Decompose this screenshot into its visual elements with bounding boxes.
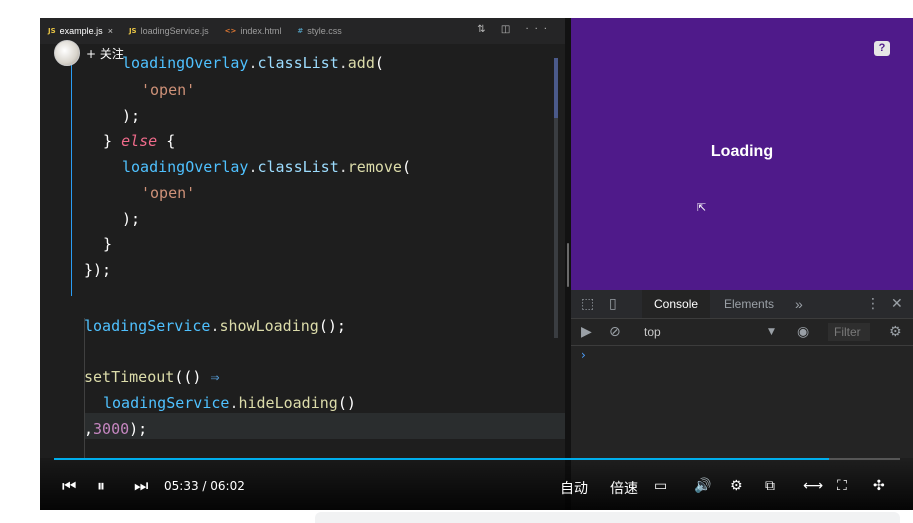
current-line-highlight (84, 413, 565, 439)
follow-badge[interactable]: + 关注 (54, 40, 124, 66)
tab-style-css[interactable]: # style.css (289, 18, 349, 44)
close-icon[interactable]: ✕ (891, 290, 903, 318)
js-file-icon: JS (48, 27, 56, 35)
mouse-pointer-icon: ⇱ (697, 201, 707, 214)
code-line: } (103, 235, 113, 253)
code-line: loadingService.showLoading(); (84, 317, 346, 335)
sidebar-toggle-icon[interactable]: ▶ (581, 319, 592, 345)
split-handle[interactable] (567, 243, 569, 287)
device-toolbar-icon[interactable]: ▯ (609, 290, 617, 318)
console-toolbar: ▶ ⊘ top ▼ ◉ Filter ⚙ (571, 319, 913, 346)
code-line: 'open' (141, 184, 196, 202)
code-line: 'open' (141, 81, 196, 99)
tab-label: style.css (307, 26, 342, 36)
speed-button[interactable]: 倍速 (610, 478, 638, 498)
chevron-down-icon[interactable]: ▼ (768, 319, 775, 345)
help-icon[interactable]: ? (874, 41, 890, 56)
close-icon[interactable]: × (108, 26, 113, 36)
follow-button[interactable]: + 关注 (86, 45, 124, 62)
tab-elements[interactable]: Elements (724, 290, 774, 318)
video-controls: ⏮ ⏸ ⏭ 05:33 / 06:02 自动 倍速 ▭ 🔊 ⚙ ⧉ ⟷ ⛶ ✣ (40, 458, 913, 510)
gear-icon[interactable]: ⚙ (889, 319, 902, 345)
more-tabs-icon[interactable]: » (795, 290, 803, 318)
web-fullscreen-icon[interactable]: ⛶ (837, 478, 847, 494)
playback-time: 05:33 / 06:02 (164, 479, 245, 493)
devtools-tab-bar: ⬚ ▯ Console Elements » ⋮ ✕ (571, 290, 913, 319)
code-line: }); (84, 261, 112, 279)
widescreen-icon[interactable]: ⟷ (803, 478, 823, 494)
code-editor: JS example.js × JS loadingService.js <> … (40, 18, 565, 510)
css-file-icon: # (297, 27, 304, 35)
editor-actions-icons[interactable]: ⇅ ◫ ··· (477, 24, 553, 35)
inspect-element-icon[interactable]: ⬚ (581, 290, 594, 318)
avatar[interactable] (54, 40, 80, 66)
code-line: loadingOverlay.classList.add( (122, 54, 384, 72)
code-line: } else { (103, 132, 176, 150)
previous-icon[interactable]: ⏮ (62, 476, 76, 496)
code-line: ); (122, 107, 141, 125)
progress-bar[interactable] (54, 458, 900, 460)
progress-fill (54, 458, 829, 460)
editor-scrollbar-thumb[interactable] (554, 58, 558, 118)
tab-index-html[interactable]: <> index.html (217, 18, 290, 44)
code-line: loadingOverlay.classList.remove( (122, 158, 411, 176)
console-prompt[interactable]: › (581, 348, 586, 362)
pause-icon[interactable]: ⏸ (97, 476, 105, 496)
code-line: setTimeout(() ⇒ (84, 368, 220, 386)
context-selector[interactable]: top (644, 319, 661, 345)
video-frame: JS example.js × JS loadingService.js <> … (40, 18, 913, 510)
code-line: ); (122, 210, 141, 228)
html-file-icon: <> (224, 27, 237, 35)
code-line: ,3000); (84, 420, 148, 438)
code-line: loadingService.hideLoading() (103, 394, 356, 412)
filter-input[interactable]: Filter (828, 323, 870, 341)
js-file-icon: JS (128, 27, 137, 35)
tab-label: loadingService.js (140, 26, 209, 36)
tab-console[interactable]: Console (642, 290, 711, 318)
settings-icon[interactable]: ⚙ (730, 478, 743, 494)
subtitles-icon[interactable]: ▭ (654, 478, 667, 494)
fullscreen-icon[interactable]: ✣ (873, 478, 885, 494)
clear-console-icon[interactable]: ⊘ (609, 319, 621, 345)
tab-label: index.html (240, 26, 282, 36)
eye-icon[interactable]: ◉ (797, 319, 809, 345)
auto-quality-button[interactable]: 自动 (560, 478, 588, 498)
page-below-video (315, 512, 900, 523)
browser-preview: ? Loading ⇱ (571, 18, 913, 290)
volume-icon[interactable]: 🔊 (694, 478, 711, 494)
kebab-menu-icon[interactable]: ⋮ (866, 290, 880, 318)
indent-guide-active (71, 56, 72, 296)
next-icon[interactable]: ⏭ (134, 476, 148, 496)
loading-overlay-text: Loading (710, 143, 774, 160)
tab-label: example.js (59, 26, 103, 36)
picture-in-picture-icon[interactable]: ⧉ (765, 478, 775, 494)
tab-loadingservice-js[interactable]: JS loadingService.js (121, 18, 217, 44)
